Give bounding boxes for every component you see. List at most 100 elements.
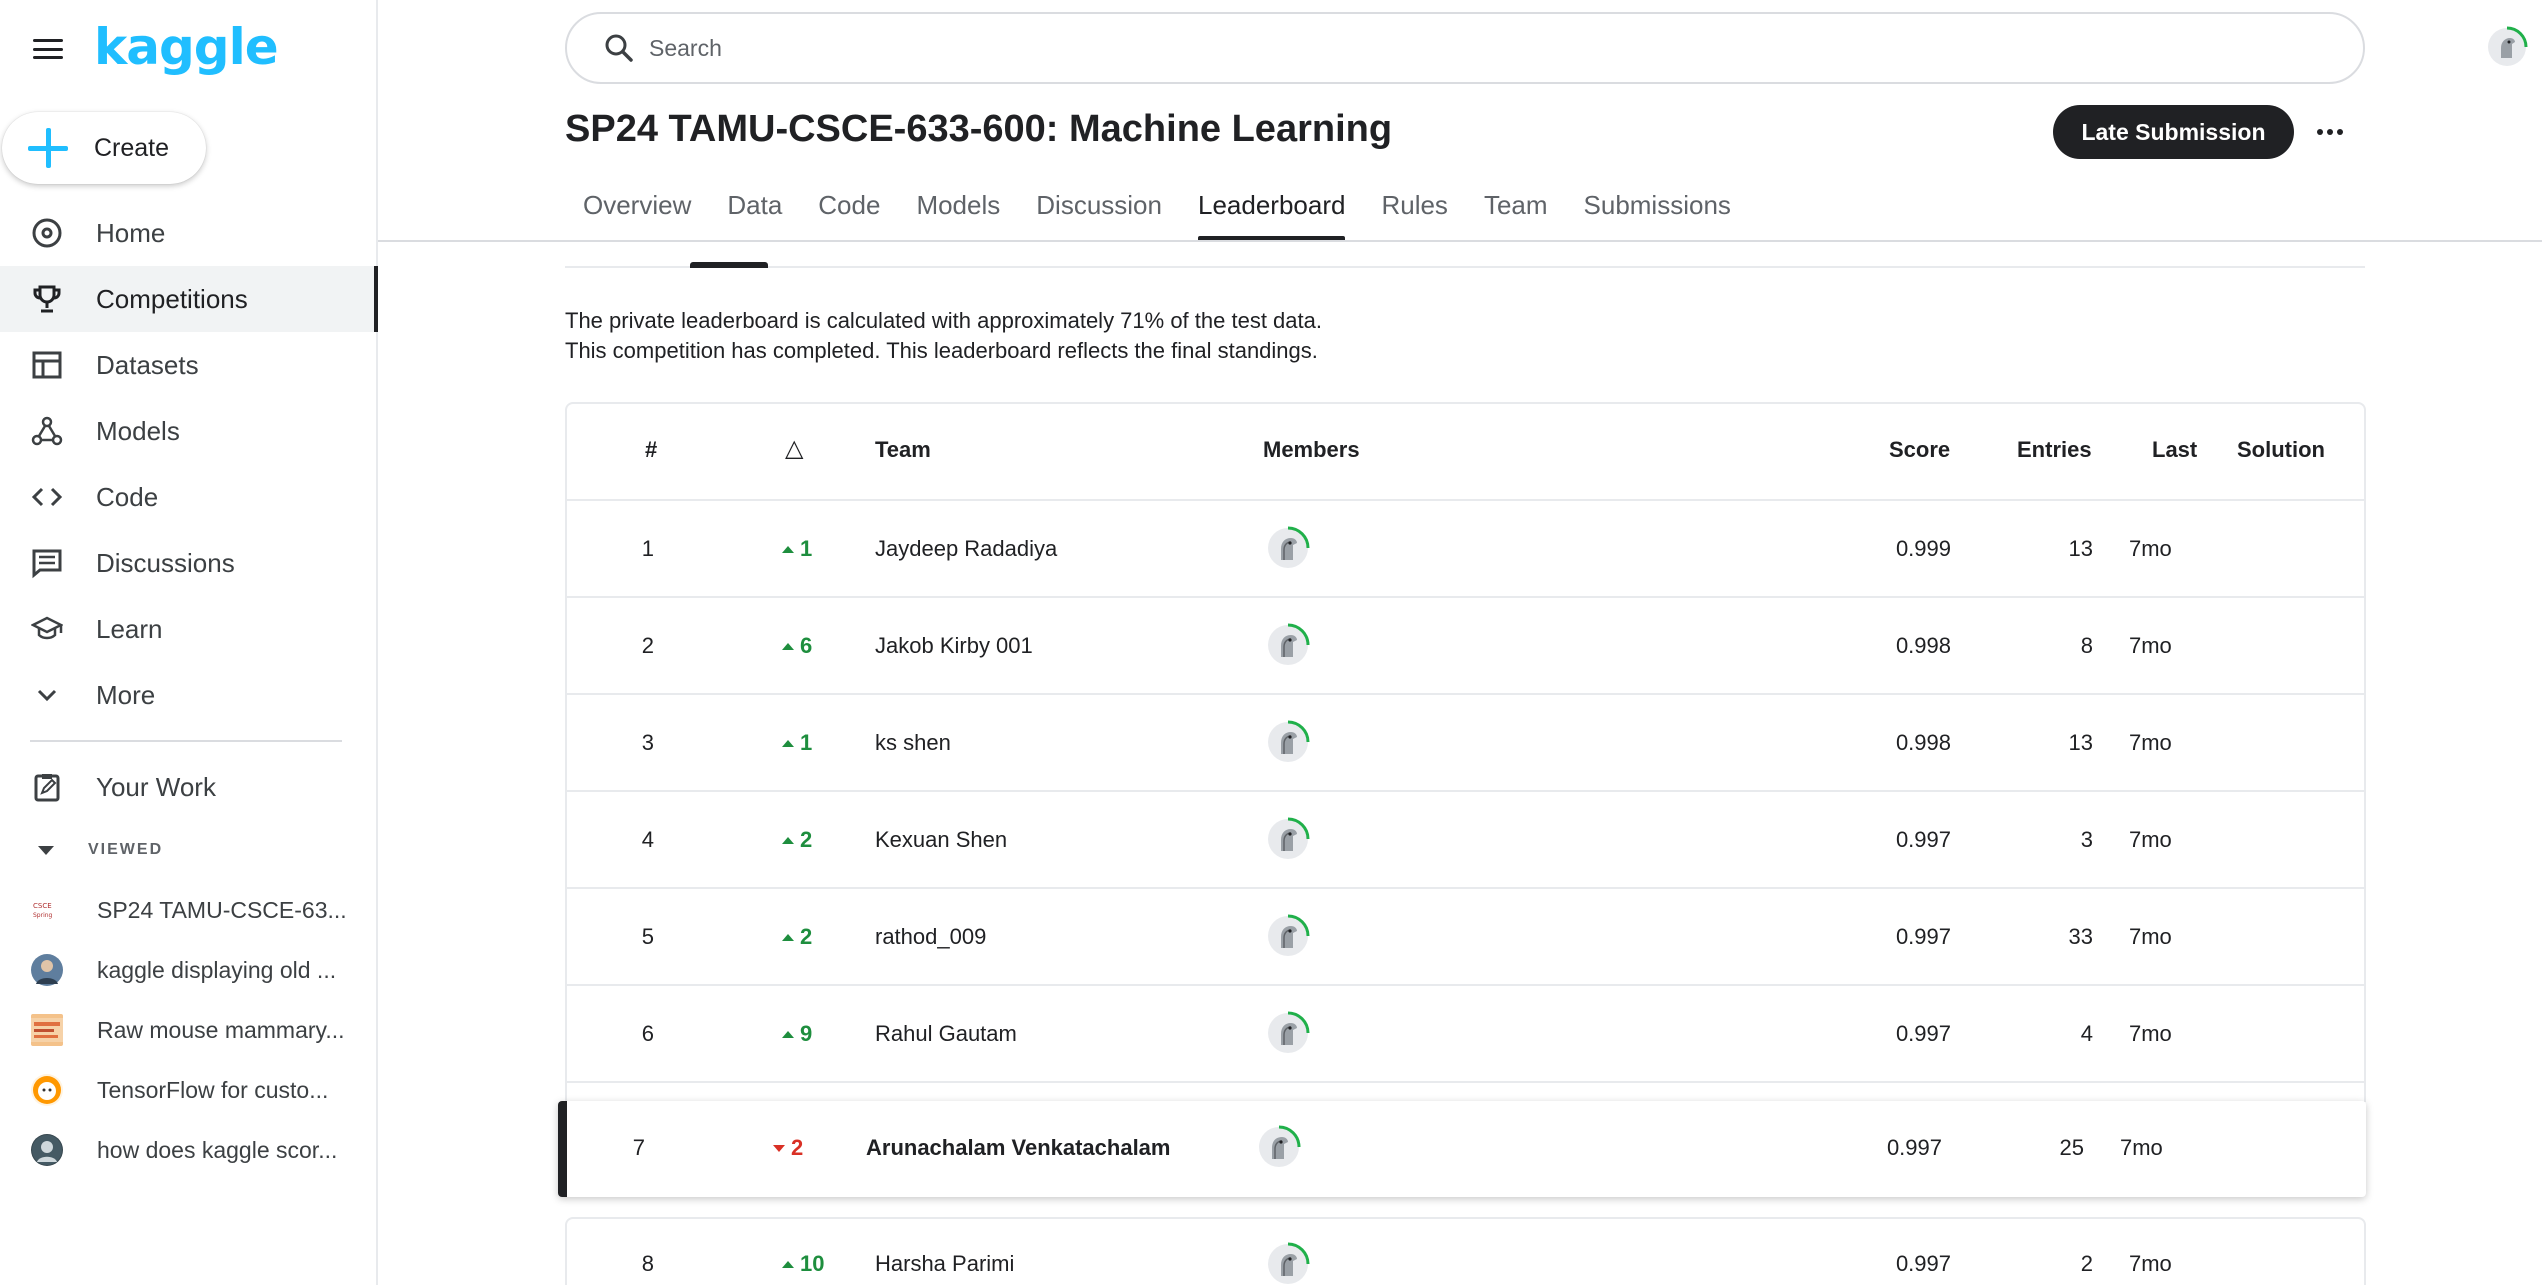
arrow-up-icon [782, 836, 794, 844]
rank-cell: 3 [641, 730, 654, 755]
arrow-up-icon [782, 739, 794, 747]
viewed-item[interactable]: Raw mouse mammary... [0, 1000, 378, 1060]
edit-clipboard-icon [30, 770, 64, 804]
sidebar-item-label: Learn [96, 613, 163, 644]
team-name[interactable]: Harsha Parimi [875, 1251, 1014, 1277]
sidebar-item-competitions[interactable]: Competitions [0, 266, 378, 332]
sidebar-item-datasets[interactable]: Datasets [0, 332, 378, 398]
viewed-item-label: TensorFlow for custo... [97, 1076, 329, 1103]
sidebar-item-more[interactable]: More [0, 662, 378, 728]
dataset-thumb-icon [31, 1014, 63, 1046]
leaderboard-table: # △ Team Members Score Entries Last Solu… [565, 402, 2366, 1102]
plus-icon [28, 128, 68, 168]
competition-title: SP24 TAMU-CSCE-633-600: Machine Learning [565, 108, 1393, 150]
header-last[interactable]: Last [2152, 437, 2197, 463]
team-name[interactable]: Rahul Gautam [875, 1021, 1017, 1047]
team-name[interactable]: Jakob Kirby 001 [875, 633, 1033, 659]
movement-cell: 2 [782, 827, 832, 853]
table-row[interactable]: 2 6 Jakob Kirby 001 0.998 8 7mo [567, 598, 2364, 695]
search-bar[interactable]: Search [565, 12, 2365, 84]
table-row-highlighted[interactable]: 7 2 Arunachalam Venkatachalam 0.997 25 7mo [558, 1101, 2366, 1197]
arrow-up-icon [782, 1030, 794, 1038]
tab-discussion[interactable]: Discussion [1036, 180, 1162, 240]
last-cell: 7mo [2129, 633, 2172, 658]
search-input[interactable]: Search [649, 35, 722, 62]
tab-models[interactable]: Models [916, 180, 1000, 240]
movement-cell: 9 [782, 1021, 832, 1047]
sidebar: kaggle Create Home Competitions Datasets [0, 0, 378, 1285]
sidebar-item-label: Models [96, 415, 180, 446]
score-cell: 0.998 [1895, 633, 1951, 658]
tab-overview[interactable]: Overview [583, 180, 691, 240]
header-score[interactable]: Score [1889, 437, 1950, 463]
competition-thumb-icon: CSCE Spring [31, 894, 63, 926]
viewed-toggle[interactable]: VIEWED [30, 835, 163, 865]
more-options-icon[interactable] [2310, 112, 2350, 152]
search-icon [603, 32, 635, 64]
tab-submissions[interactable]: Submissions [1584, 180, 1731, 240]
entries-cell: 13 [2068, 536, 2093, 561]
header-entries[interactable]: Entries [2017, 437, 2092, 463]
tab-team[interactable]: Team [1484, 180, 1548, 240]
member-avatar[interactable] [1263, 911, 1313, 967]
team-name[interactable]: rathod_009 [875, 924, 986, 950]
team-name[interactable]: Arunachalam Venkatachalam [866, 1135, 1170, 1161]
arrow-down-icon [773, 1144, 785, 1152]
last-cell: 7mo [2129, 536, 2172, 561]
team-name[interactable]: ks shen [875, 730, 951, 756]
sidebar-item-label: Home [96, 217, 166, 248]
sidebar-item-learn[interactable]: Learn [0, 596, 378, 662]
models-icon [30, 414, 64, 448]
sidebar-item-code[interactable]: Code [0, 464, 378, 530]
tab-leaderboard[interactable]: Leaderboard [1197, 180, 1346, 240]
member-avatar[interactable] [1263, 620, 1313, 676]
score-cell: 0.997 [1886, 1135, 1942, 1160]
member-avatar[interactable] [1263, 1008, 1313, 1064]
arrow-up-icon [782, 642, 794, 650]
member-avatar[interactable] [1263, 523, 1313, 579]
kaggle-logo[interactable]: kaggle [94, 18, 279, 76]
table-row[interactable]: 5 2 rathod_009 0.997 33 7mo [567, 889, 2364, 986]
tab-code[interactable]: Code [818, 180, 880, 240]
member-avatar[interactable] [1263, 814, 1313, 870]
sidebar-item-label: Datasets [96, 349, 199, 380]
late-submission-button[interactable]: Late Submission [2053, 105, 2294, 159]
score-cell: 0.997 [1895, 827, 1951, 852]
member-avatar[interactable] [1254, 1122, 1304, 1178]
team-name[interactable]: Jaydeep Radadiya [875, 536, 1057, 562]
last-cell: 7mo [2129, 1251, 2172, 1276]
tab-data[interactable]: Data [727, 180, 782, 240]
sidebar-item-models[interactable]: Models [0, 398, 378, 464]
sidebar-item-your-work[interactable]: Your Work [0, 754, 378, 820]
member-avatar[interactable] [1263, 717, 1313, 773]
trophy-icon [30, 282, 64, 316]
viewed-item[interactable]: how does kaggle scor... [0, 1120, 378, 1180]
entries-cell: 13 [2068, 730, 2093, 755]
sidebar-item-discussions[interactable]: Discussions [0, 530, 378, 596]
menu-icon[interactable] [30, 36, 66, 62]
entries-cell: 3 [2080, 827, 2093, 852]
table-row[interactable]: 3 1 ks shen 0.998 13 7mo [567, 695, 2364, 792]
create-button[interactable]: Create [2, 112, 206, 184]
viewed-item[interactable]: kaggle displaying old ... [0, 940, 378, 1000]
member-avatar[interactable] [1263, 1239, 1313, 1285]
user-avatar[interactable] [2484, 24, 2530, 70]
viewed-item[interactable]: CSCE Spring SP24 TAMU-CSCE-63... [0, 880, 378, 940]
movement-cell: 2 [782, 924, 832, 950]
header-members: Members [1263, 437, 1360, 462]
caret-down-icon [38, 845, 54, 855]
movement-value: 10 [800, 1251, 825, 1276]
rank-cell: 5 [641, 924, 654, 949]
arrow-up-icon [782, 933, 794, 941]
tab-rules[interactable]: Rules [1381, 180, 1447, 240]
table-row[interactable]: 6 9 Rahul Gautam 0.997 4 7mo [567, 986, 2364, 1083]
table-row[interactable]: 4 2 Kexuan Shen 0.997 3 7mo [567, 792, 2364, 889]
table-row[interactable]: 8 10 Harsha Parimi 0.997 2 7mo [565, 1217, 2366, 1285]
team-name[interactable]: Kexuan Shen [875, 827, 1007, 853]
competition-tabs: Overview Data Code Models Discussion Lea… [565, 180, 1767, 240]
sidebar-item-home[interactable]: Home [0, 200, 378, 266]
viewed-item[interactable]: TensorFlow for custo... [0, 1060, 378, 1120]
table-row[interactable]: 1 1 Jaydeep Radadiya 0.999 13 7mo [567, 501, 2364, 598]
entries-cell: 33 [2068, 924, 2093, 949]
movement-cell: 6 [782, 633, 832, 659]
